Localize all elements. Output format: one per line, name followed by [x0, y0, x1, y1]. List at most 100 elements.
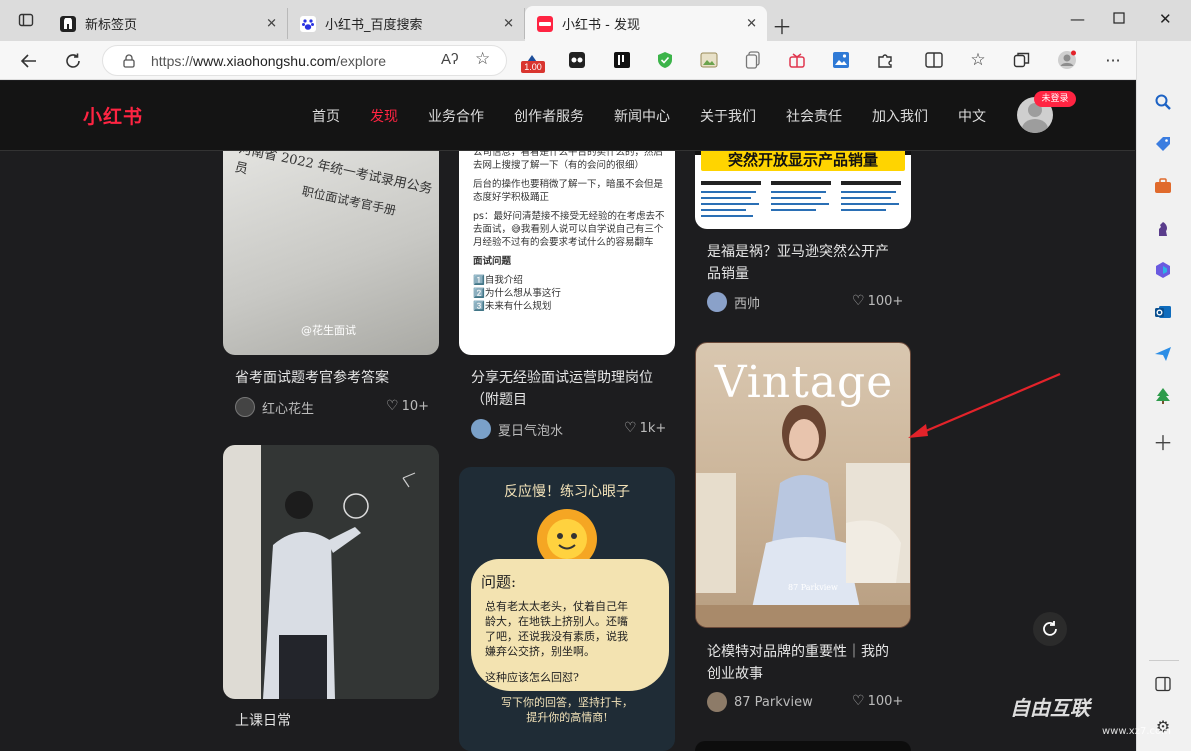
image-headline: 突然开放显示产品销量	[701, 149, 905, 171]
browser-tab-new-tab[interactable]: 新标签页 ✕	[48, 8, 288, 39]
new-tab-favicon-icon	[60, 15, 76, 32]
nav-creator-services[interactable]: 创作者服务	[514, 106, 584, 126]
xiaohongshu-logo[interactable]: 小红书	[83, 102, 143, 129]
like-count: 100+	[867, 694, 904, 709]
edge-sidebar: ＋ ⚙	[1136, 41, 1191, 751]
card-author[interactable]: 西帅	[707, 292, 760, 312]
card-image-interview-notes[interactable]: 一定要看招聘上写的岗位职责，了解一下这个公司信息，看看是什么平台的卖什么的，然后…	[459, 119, 675, 355]
read-aloud-icon[interactable]: Aʔ	[441, 51, 459, 68]
sidebar-games-chess-icon[interactable]	[1152, 217, 1174, 239]
nav-home[interactable]: 首页	[312, 106, 340, 126]
author-name: 87 Parkview	[734, 694, 813, 710]
extension-copy-icon[interactable]	[743, 50, 763, 70]
extension-shield-icon[interactable]	[655, 50, 675, 70]
back-arrow-icon[interactable]	[18, 50, 40, 72]
sidebar-add-icon[interactable]: ＋	[1152, 430, 1174, 455]
lock-icon	[123, 54, 135, 68]
notes-line: 后台的操作也要稍微了解一下，暗虽不会但是	[473, 179, 664, 190]
card-title[interactable]: 论模特对品牌的重要性｜我的创业故事	[707, 641, 901, 685]
card-title[interactable]: 分享无经验面试运营助理岗位（附题目	[471, 367, 667, 411]
annotation-arrow-icon	[908, 372, 1061, 438]
extension-book-icon[interactable]	[612, 50, 632, 70]
card-author[interactable]: 夏日气泡水	[471, 419, 563, 439]
card-likes[interactable]: ♡ 100+	[852, 293, 903, 309]
extension-picture-icon[interactable]	[699, 50, 719, 70]
sidebar-outlook-icon[interactable]	[1152, 301, 1174, 323]
sidebar-send-icon[interactable]	[1152, 343, 1174, 365]
new-tab-plus-icon[interactable]: ＋	[772, 11, 792, 40]
sidebar-office-icon[interactable]	[1152, 259, 1174, 281]
collections-icon[interactable]	[1012, 50, 1032, 70]
refresh-feed-button[interactable]	[1033, 612, 1067, 646]
tab-close-icon[interactable]: ✕	[266, 16, 277, 31]
tab-title: 新标签页	[85, 18, 138, 33]
address-bar[interactable]: https://www.xiaohongshu.com/explore Aʔ ☆	[102, 45, 507, 76]
add-favorite-star-icon[interactable]: ☆	[475, 49, 490, 69]
card-likes[interactable]: ♡ 100+	[852, 693, 903, 709]
nav-join-us[interactable]: 加入我们	[872, 106, 928, 126]
browser-tab-strip: 新标签页 ✕ 小红书_百度搜索 ✕ 小红书 - 发现 ✕ ＋ — ✕	[0, 0, 1191, 41]
refresh-icon	[1043, 621, 1057, 636]
sidebar-shopping-tag-icon[interactable]	[1152, 133, 1174, 155]
browser-tab-xiaohongshu[interactable]: 小红书 - 发现 ✕	[525, 6, 767, 41]
card-title[interactable]: 省考面试题考官参考答案	[235, 367, 389, 389]
price-listing-illustration	[701, 181, 901, 217]
heart-icon: ♡	[852, 693, 865, 709]
card-author[interactable]: 87 Parkview	[707, 692, 813, 712]
teacher-illustration	[263, 472, 416, 699]
question-line: 总有老太太老头，仗着自己年	[485, 600, 628, 613]
profile-avatar-icon[interactable]	[1057, 50, 1077, 70]
sidebar-hide-panel-icon[interactable]	[1152, 673, 1174, 695]
nav-social-responsibility[interactable]: 社会责任	[786, 106, 842, 126]
tab-close-icon[interactable]: ✕	[503, 16, 514, 31]
tab-actions-icon[interactable]	[14, 8, 38, 32]
reload-icon[interactable]	[62, 50, 84, 72]
url-text: https://www.xiaohongshu.com/explore	[151, 53, 386, 69]
image-headline: 反应慢！练习心眼子	[504, 484, 630, 500]
sidebar-search-icon[interactable]	[1152, 91, 1174, 113]
maximize-icon[interactable]	[1113, 10, 1125, 28]
extension-badge: 1.00	[521, 61, 545, 73]
extensions-puzzle-icon[interactable]	[875, 50, 895, 70]
extension-gift-icon[interactable]	[787, 50, 807, 70]
browser-tab-baidu[interactable]: 小红书_百度搜索 ✕	[288, 8, 525, 39]
nav-explore[interactable]: 发现	[370, 106, 398, 126]
card-title[interactable]: 上课日常	[235, 710, 291, 732]
sidebar-tools-briefcase-icon[interactable]	[1152, 175, 1174, 197]
nav-language[interactable]: 中文	[958, 106, 986, 126]
question-body: 总有老太太老头，仗着自己年 龄大，在地铁上挤别人。还嘴 了吧，还说我没有素质，说…	[485, 599, 628, 659]
heart-icon: ♡	[852, 293, 865, 309]
card-image-classroom[interactable]	[223, 445, 439, 699]
card-image-exam-handbook[interactable]: 河南省 2022 年统一考试录用公务员 职位面试考官手册 @花生面试	[223, 119, 439, 355]
nav-business[interactable]: 业务合作	[428, 106, 484, 126]
favorites-star-icon[interactable]: ☆	[968, 50, 988, 70]
card-title[interactable]: 是福是祸？亚马逊突然公开产品销量	[707, 241, 901, 285]
minimize-icon[interactable]: —	[1070, 10, 1085, 28]
question-bubble: 问题: 总有老太太老头，仗着自己年 龄大，在地铁上挤别人。还嘴 了吧，还说我没有…	[471, 559, 669, 691]
card-image-vintage-model[interactable]: Vintage 87 Parkview	[695, 342, 911, 628]
nav-newsroom[interactable]: 新闻中心	[614, 106, 670, 126]
image-watermark: @花生面试	[301, 324, 356, 337]
split-screen-icon[interactable]	[924, 50, 944, 70]
window-close-icon[interactable]: ✕	[1159, 10, 1172, 28]
card-likes[interactable]: ♡ 10+	[386, 398, 429, 414]
tab-close-icon[interactable]: ✕	[746, 16, 757, 31]
notes-line: 2️⃣为什么想从事这行	[473, 288, 561, 299]
nav-about-us[interactable]: 关于我们	[700, 106, 756, 126]
extension-image-icon[interactable]	[831, 50, 851, 70]
extension-glasses-icon[interactable]	[567, 50, 587, 70]
card-image-quick-wit[interactable]: 反应慢！练习心眼子 问题: 总有老太太老头，仗着自己年 龄大，在地铁上挤别人。还…	[459, 467, 675, 751]
card-likes[interactable]: ♡ 1k+	[624, 420, 666, 436]
author-name: 红心花生	[262, 401, 315, 417]
image-footer: 写下你的回答，坚持打卡， 提升你的高情商!	[459, 695, 675, 725]
card-author[interactable]: 红心花生	[235, 397, 314, 417]
footer-line: 提升你的高情商!	[526, 711, 608, 724]
more-menu-icon[interactable]: ···	[1103, 50, 1123, 70]
like-count: 10+	[401, 399, 429, 414]
sidebar-tree-icon[interactable]	[1152, 385, 1174, 407]
footer-line: 写下你的回答，坚持打卡，	[501, 696, 633, 709]
login-status-badge[interactable]: 未登录	[1034, 91, 1076, 107]
tab-title: 小红书_百度搜索	[325, 18, 423, 33]
card-image-next[interactable]	[695, 741, 911, 751]
url-path: /explore	[336, 53, 387, 69]
